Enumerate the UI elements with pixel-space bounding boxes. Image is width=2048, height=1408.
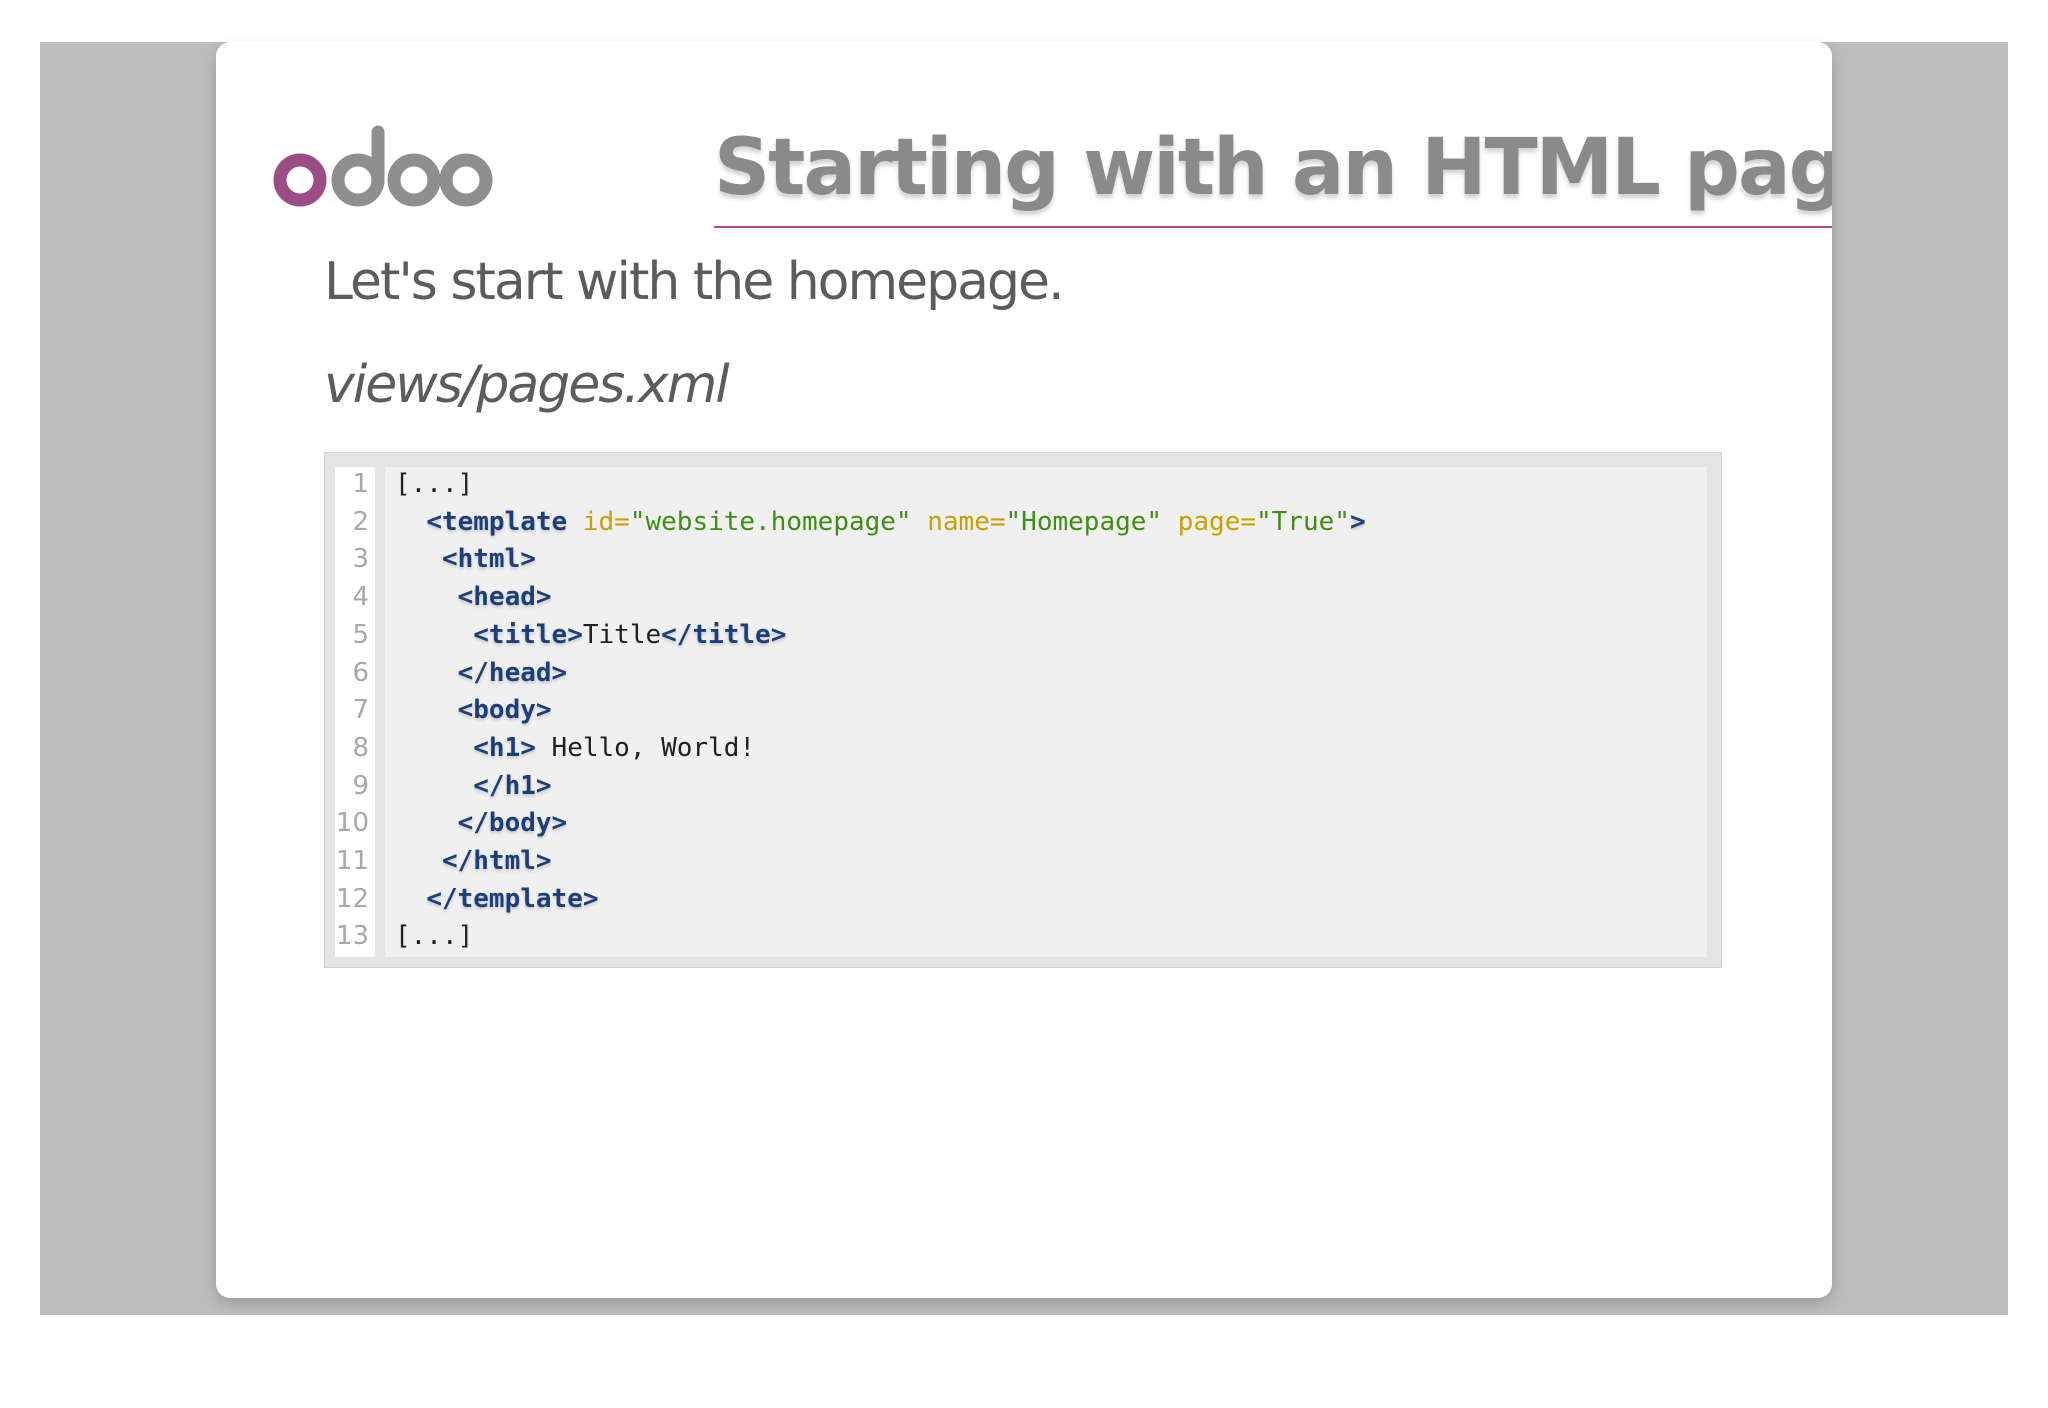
- code-line: </head>: [395, 654, 568, 692]
- line-number: 3: [352, 544, 369, 575]
- code-token: </body>: [457, 808, 568, 839]
- code-line: [...]: [395, 917, 473, 955]
- code-token: Title: [582, 619, 662, 650]
- slide-title: Starting with an HTML page: [714, 110, 1832, 228]
- line-number: 2: [352, 506, 369, 537]
- code-line: </template>: [395, 880, 599, 918]
- code-token: "Homepage": [1005, 506, 1163, 537]
- code-token: [...]: [395, 469, 474, 499]
- code-token: name=: [927, 506, 1006, 537]
- code-line: <body>: [395, 691, 552, 729]
- code-token: id=: [582, 506, 630, 537]
- code-token: </title>: [661, 619, 787, 650]
- code-token: Hello, World!: [535, 732, 756, 763]
- code-token: page=: [1177, 506, 1257, 537]
- code-token: <template: [426, 506, 568, 537]
- code-token: </template>: [426, 883, 599, 914]
- code-token: </head>: [457, 657, 568, 688]
- code-block: 1 2 3 4 5 6 7 8 9 10 11 12 13 [...] <template id="we…: [324, 452, 1722, 968]
- code-line: <template id="website.homepage" name="Ho…: [395, 503, 1366, 541]
- line-number: 7: [352, 695, 369, 726]
- line-number: 12: [335, 883, 369, 914]
- code-token: </html>: [441, 846, 552, 876]
- code-token: >: [1349, 506, 1366, 537]
- code-token: <html>: [441, 544, 536, 575]
- line-number: 1: [352, 469, 369, 499]
- code-token: "website.homepage": [629, 506, 912, 537]
- line-number: 10: [335, 808, 369, 839]
- code-token: <body>: [457, 695, 552, 726]
- line-number: 13: [335, 921, 369, 952]
- code-token: <h1>: [473, 732, 536, 763]
- code-line: <head>: [395, 578, 552, 616]
- code-token: <title>: [473, 619, 583, 650]
- code-line: <h1> Hello, World!: [395, 729, 755, 767]
- slide: Starting with an HTML page Let's start w…: [216, 42, 1832, 1298]
- line-number: 9: [352, 770, 369, 801]
- line-number-gutter: 1 2 3 4 5 6 7 8 9 10 11 12 13: [335, 467, 375, 957]
- code-area: [...] <template id="website.homepage" na…: [385, 467, 1707, 957]
- code-line: </html>: [395, 842, 552, 880]
- odoo-logo: [273, 125, 493, 207]
- code-line: <html>: [395, 540, 536, 578]
- intro-text: Let's start with the homepage.: [324, 252, 1065, 312]
- line-number: 6: [352, 657, 369, 688]
- line-number: 5: [352, 619, 369, 650]
- line-number: 11: [335, 846, 369, 876]
- line-number: 8: [352, 732, 369, 763]
- code-token: </h1>: [473, 770, 552, 801]
- file-name: views/pages.xml: [324, 355, 730, 415]
- code-token: "True": [1256, 506, 1350, 537]
- code-token: <head>: [457, 582, 552, 613]
- code-line: [...]: [395, 465, 473, 503]
- code-line: </body>: [395, 804, 568, 842]
- line-number: 4: [352, 582, 369, 613]
- code-token: [...]: [395, 921, 474, 952]
- code-line: </h1>: [395, 767, 552, 805]
- code-line: <title>Title</title>: [395, 616, 786, 654]
